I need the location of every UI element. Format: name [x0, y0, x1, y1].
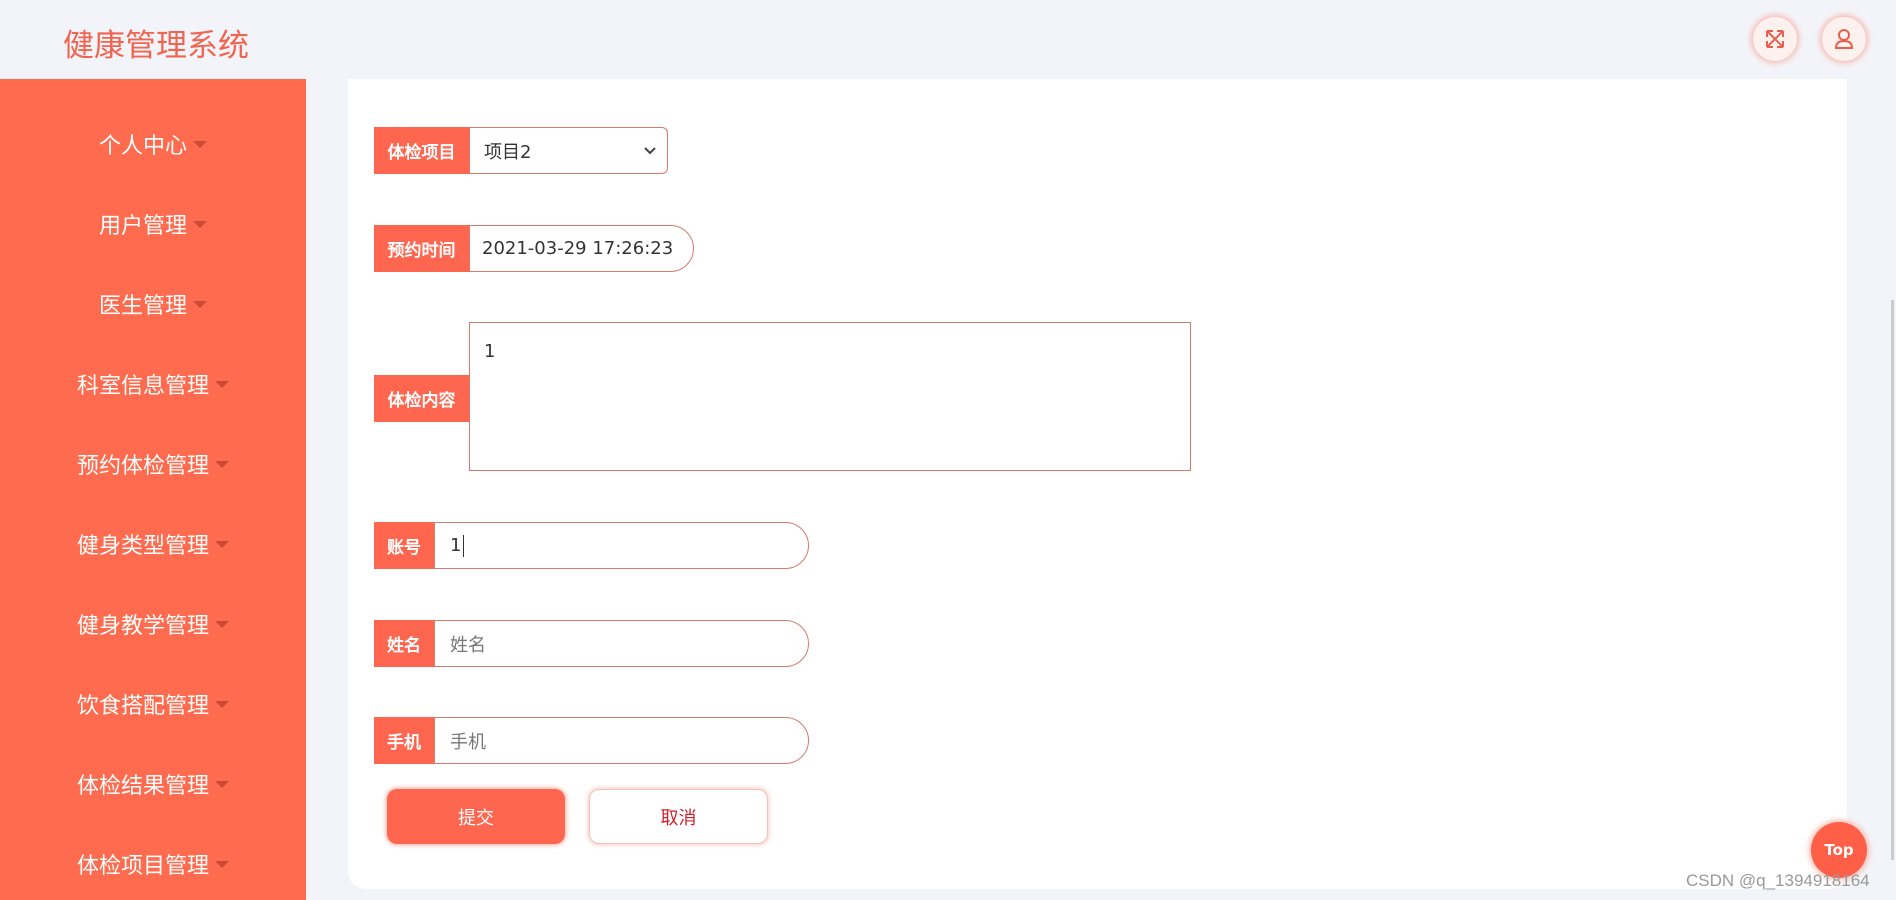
name-label: 姓名 [374, 620, 434, 667]
sidebar-item-fitness-teaching-management[interactable]: 健身教学管理 [0, 599, 306, 649]
caret-down-icon [215, 620, 229, 628]
watermark: CSDN @q_1394918164 [1686, 871, 1870, 890]
account-value: 1 [450, 535, 462, 556]
sidebar-item-label: 体检项目管理 [76, 854, 209, 879]
content-label: 体检内容 [374, 375, 469, 422]
caret-down-icon [193, 300, 207, 308]
header: 健康管理系统 [0, 0, 1896, 79]
time-value: 2021-03-29 17:26:23 [482, 238, 674, 259]
caret-down-icon [193, 220, 207, 228]
sidebar-item-exam-project-management[interactable]: 体检项目管理 [0, 839, 306, 889]
project-select-value: 项目2 [484, 141, 532, 163]
sidebar-item-label: 预约体检管理 [76, 454, 209, 479]
time-label: 预约时间 [374, 225, 469, 272]
sidebar-item-label: 科室信息管理 [76, 374, 209, 399]
caret-down-icon [215, 380, 229, 388]
scrollbar[interactable] [1891, 300, 1894, 860]
sidebar-item-label: 健身教学管理 [76, 614, 209, 639]
sidebar-item-label: 用户管理 [98, 214, 187, 239]
submit-button[interactable]: 提交 [387, 789, 565, 844]
cancel-button[interactable]: 取消 [589, 789, 768, 844]
caret-down-icon [193, 140, 207, 148]
phone-label: 手机 [374, 717, 434, 764]
sidebar-item-fitness-type-management[interactable]: 健身类型管理 [0, 519, 306, 569]
sidebar-item-label: 体检结果管理 [76, 774, 209, 799]
back-to-top-button[interactable]: Top [1811, 822, 1867, 878]
user-button[interactable] [1822, 17, 1866, 61]
sidebar-item-diet-management[interactable]: 饮食搭配管理 [0, 679, 306, 729]
name-placeholder: 姓名 [450, 634, 486, 656]
caret-down-icon [215, 460, 229, 468]
sidebar-item-doctor-management[interactable]: 医生管理 [0, 279, 306, 329]
sidebar-item-user-management[interactable]: 用户管理 [0, 199, 306, 249]
name-input[interactable]: 姓名 [434, 620, 809, 667]
fullscreen-icon [1766, 30, 1784, 48]
sidebar-item-appointment-management[interactable]: 预约体检管理 [0, 439, 306, 489]
fullscreen-button[interactable] [1753, 17, 1797, 61]
content-textarea[interactable]: 1 [469, 322, 1191, 471]
sidebar-item-label: 饮食搭配管理 [76, 694, 209, 719]
caret-down-icon [215, 540, 229, 548]
caret-down-icon [215, 780, 229, 788]
text-cursor [463, 534, 465, 557]
app-title: 健康管理系统 [63, 28, 249, 64]
phone-input[interactable]: 手机 [434, 717, 809, 764]
project-select[interactable]: 项目2 [469, 127, 668, 174]
caret-down-icon [215, 700, 229, 708]
time-input[interactable]: 2021-03-29 17:26:23 [469, 225, 694, 272]
account-input[interactable]: 1 [434, 522, 809, 569]
user-icon [1834, 29, 1854, 49]
chevron-down-icon [644, 146, 656, 154]
sidebar-item-label: 个人中心 [98, 134, 187, 159]
content-value: 1 [484, 341, 496, 362]
sidebar-item-label: 健身类型管理 [76, 534, 209, 559]
sidebar-item-personal-center[interactable]: 个人中心 [0, 119, 306, 169]
form-card [348, 79, 1847, 889]
phone-placeholder: 手机 [450, 731, 486, 753]
sidebar-item-label: 医生管理 [98, 294, 187, 319]
project-label: 体检项目 [374, 127, 469, 174]
caret-down-icon [215, 860, 229, 868]
sidebar: 个人中心 用户管理 医生管理 科室信息管理 预约体检管理 健身类型管理 健身教学… [0, 79, 306, 900]
sidebar-item-exam-result-management[interactable]: 体检结果管理 [0, 759, 306, 809]
account-label: 账号 [374, 522, 434, 569]
sidebar-item-department-management[interactable]: 科室信息管理 [0, 359, 306, 409]
